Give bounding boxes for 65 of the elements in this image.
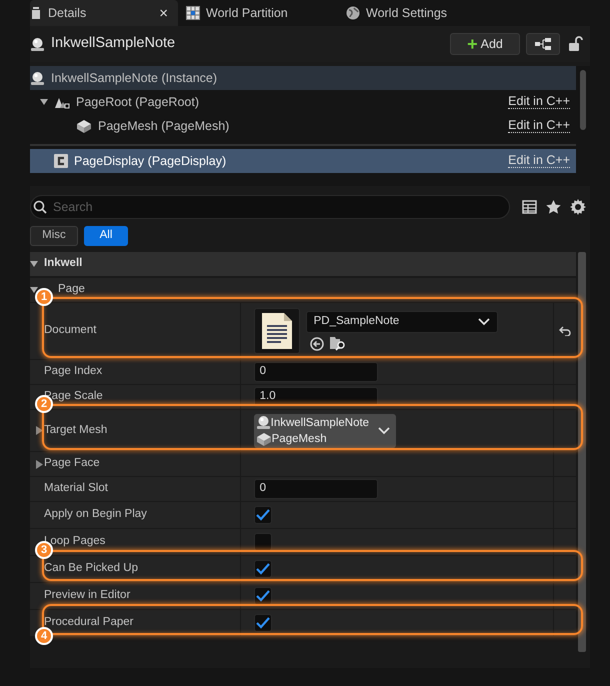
- expand-arrow-icon[interactable]: [36, 426, 43, 435]
- chevron-down-icon: [378, 426, 390, 434]
- expand-arrow-icon[interactable]: [30, 287, 38, 293]
- asset-dropdown[interactable]: PD_SampleNote: [306, 311, 498, 333]
- star-icon[interactable]: [546, 200, 561, 214]
- tab[interactable]: World Partition: [178, 0, 338, 26]
- globe-icon: [346, 6, 360, 20]
- number-field[interactable]: 0: [254, 362, 378, 382]
- close-button[interactable]: ×: [159, 6, 168, 20]
- scrollbar[interactable]: [580, 70, 586, 130]
- checkbox[interactable]: [254, 560, 272, 578]
- property-label: Page Index: [44, 364, 102, 380]
- expand-arrow-icon[interactable]: [40, 99, 48, 105]
- edit-link[interactable]: Edit in C++: [508, 154, 570, 168]
- hierarchy-button[interactable]: [526, 33, 560, 55]
- actor-icon: [256, 415, 271, 430]
- number-field[interactable]: 0: [254, 479, 378, 499]
- checkbox[interactable]: [254, 533, 272, 551]
- property-label: Target Mesh: [44, 422, 108, 438]
- tab[interactable]: Details ×: [30, 0, 178, 26]
- table-view-icon[interactable]: [522, 200, 537, 214]
- component-row[interactable]: PageRoot (PageRoot) Edit in C++: [30, 90, 576, 114]
- actor-icon: [30, 36, 45, 52]
- filter-button[interactable]: All: [84, 226, 128, 246]
- component-row[interactable]: PageDisplay (PageDisplay) Edit in C++: [30, 149, 576, 173]
- checkbox[interactable]: [254, 587, 272, 605]
- checkbox[interactable]: [254, 614, 272, 632]
- edit-link[interactable]: Edit in C++: [508, 95, 570, 109]
- property-label: Material Slot: [44, 481, 108, 496]
- property-label: Preview in Editor: [44, 588, 130, 604]
- cube-icon: [256, 432, 272, 446]
- component-row[interactable]: InkwellSampleNote (Instance): [30, 66, 576, 90]
- checkbox[interactable]: [254, 506, 272, 524]
- filter-button[interactable]: Misc: [30, 226, 78, 246]
- scrollbar[interactable]: [578, 252, 586, 652]
- callout-number: 4: [35, 627, 53, 645]
- chevron-down-icon: [478, 318, 490, 326]
- search-icon: [33, 200, 47, 214]
- property-label: Can Be Picked Up: [44, 561, 138, 576]
- actor-name: InkwellSampleNote: [270, 416, 370, 430]
- property-label: Apply on Begin Play: [44, 507, 147, 522]
- hierarchy-icon: [535, 38, 551, 50]
- edit-link[interactable]: Edit in C++: [508, 119, 570, 133]
- reset-icon[interactable]: [559, 326, 572, 336]
- actor-picker[interactable]: InkwellSampleNote PageMesh: [254, 414, 396, 448]
- folder-search-icon[interactable]: [330, 336, 346, 351]
- actor-icon: [30, 70, 45, 86]
- search-field[interactable]: Search: [30, 195, 510, 219]
- tab[interactable]: World Settings: [338, 0, 478, 26]
- document-icon: [262, 313, 292, 349]
- cube-icon: [76, 119, 92, 133]
- settings-icon[interactable]: [570, 199, 586, 215]
- component-name: PageMesh: [272, 432, 327, 446]
- category-header[interactable]: Inkwell: [30, 252, 576, 276]
- lock-icon[interactable]: [569, 36, 583, 52]
- number-field[interactable]: 1.0: [254, 387, 378, 407]
- property-label: Page Face: [44, 456, 100, 472]
- property-label: Document: [44, 323, 96, 338]
- add-button[interactable]: + Add: [450, 33, 520, 55]
- component-row[interactable]: PageMesh (PageMesh) Edit in C++: [30, 114, 576, 138]
- actor-title: InkwellSampleNote: [51, 34, 176, 54]
- class-icon: [54, 154, 68, 168]
- browse-icon[interactable]: [310, 336, 324, 350]
- grid-icon: [186, 6, 200, 20]
- expand-arrow-icon[interactable]: [30, 261, 38, 267]
